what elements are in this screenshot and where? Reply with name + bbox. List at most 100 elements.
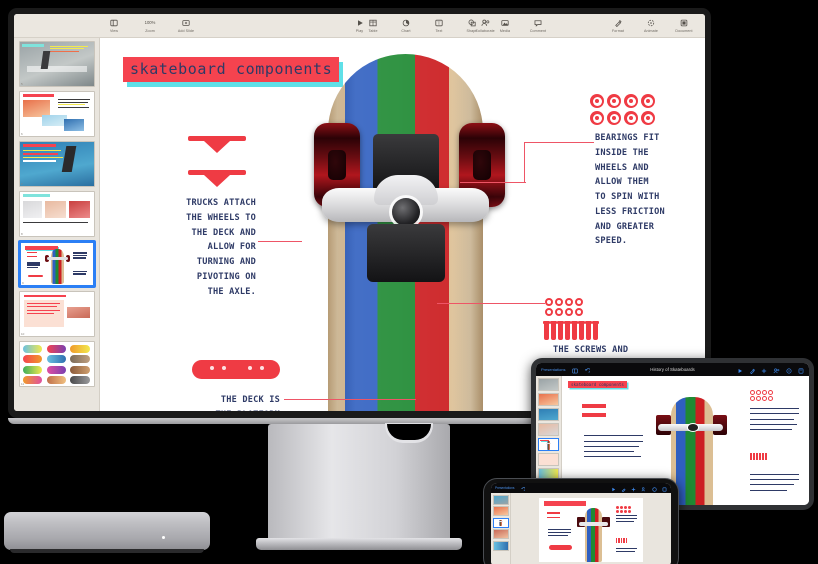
- iphone-deck-icon: [549, 545, 573, 550]
- mini-hanger: [545, 442, 552, 444]
- ipad-slide-thumbnail-selected[interactable]: [538, 438, 559, 451]
- slide-navigator[interactable]: 5 6 7 8 9 10 11: [14, 38, 100, 411]
- animate-label: Animate: [644, 28, 658, 33]
- leader-line-deck: [284, 399, 416, 400]
- truck-icon-bottom: [188, 170, 246, 187]
- ipad-callout-line: [749, 413, 800, 415]
- bearing-icon: [590, 94, 604, 108]
- slide-thumbnail-skate-timeline[interactable]: 7: [19, 141, 95, 187]
- nut-icon: [575, 308, 583, 316]
- bearing-icon: [641, 111, 655, 125]
- ipad-slide-thumbnail[interactable]: [538, 378, 559, 391]
- mini-deck: [546, 440, 551, 450]
- text-button[interactable]: T Text: [427, 18, 451, 33]
- add-slide-button[interactable]: Add Slide: [174, 18, 198, 33]
- collaborate-button[interactable]: Collaborate: [470, 18, 500, 33]
- callout-deck[interactable]: THE DECK IS THE PLATFORM: [155, 393, 280, 411]
- ipad-slide-thumbnail[interactable]: [538, 453, 559, 466]
- slide-canvas[interactable]: skateboard components TRUCKS ATTACH THE …: [100, 38, 705, 411]
- slide-thumbnail-skate-parks[interactable]: 5: [19, 41, 95, 87]
- callout-bearings[interactable]: BEARINGS FIT INSIDE THE WHEELS AND ALLOW…: [595, 131, 705, 249]
- mini-text: [72, 257, 86, 259]
- toolbar-left-group: View 100% Zoom Add Slide: [102, 18, 198, 33]
- iphone-back-button[interactable]: Presentations: [495, 486, 515, 490]
- table-button[interactable]: Table: [361, 18, 385, 33]
- ipad-callout-line: [584, 445, 639, 447]
- chart-button[interactable]: Chart: [394, 18, 418, 33]
- screw-icon: [592, 321, 599, 340]
- ipad-callout-line: [584, 455, 642, 457]
- format-button[interactable]: Format: [606, 18, 630, 33]
- view-button[interactable]: View: [102, 18, 126, 33]
- mini-hanger: [46, 256, 68, 260]
- ipad-truck-icon-2: [581, 413, 607, 417]
- iphone-slide-navigator[interactable]: [491, 493, 511, 564]
- iphone-slide-canvas[interactable]: [511, 493, 671, 564]
- truck-baseplate-bottom: [366, 224, 445, 282]
- table-icon: [369, 18, 377, 27]
- slide-thumbnail-skateboard-components[interactable]: 9: [19, 241, 95, 287]
- iphone-slide-thumbnail[interactable]: [492, 506, 509, 516]
- mini-text: [72, 254, 88, 257]
- ipad-callout-line: [749, 418, 795, 420]
- iphone-slide-thumbnail[interactable]: [492, 494, 509, 505]
- svg-text:T: T: [438, 20, 441, 25]
- view-icon: [110, 18, 118, 27]
- ipad-slide-title: skateboard components: [568, 381, 627, 388]
- slide-number: 8: [21, 232, 23, 236]
- document-icon: [680, 18, 688, 27]
- nuts-graphic: [545, 298, 583, 316]
- leader-line-trucks: [258, 241, 302, 242]
- mini-text: [26, 264, 40, 266]
- zoom-label: Zoom: [145, 28, 155, 33]
- animate-icon: [647, 18, 655, 27]
- mini-text: [26, 266, 39, 268]
- animate-button[interactable]: Animate: [639, 18, 663, 33]
- iphone-screws-graphic: [615, 537, 628, 543]
- media-label: Media: [499, 28, 511, 33]
- leader-line-screws: [437, 303, 545, 304]
- iphone-callout-line: [615, 547, 637, 549]
- slide-thumbnail-skate-gear[interactable]: 8: [19, 191, 95, 237]
- bearings-graphic: [590, 94, 655, 125]
- ipad-slide-thumbnail[interactable]: [538, 393, 559, 406]
- power-led-icon: [162, 536, 165, 539]
- ipad-callout-line: [749, 479, 800, 481]
- iphone-callout-line: [615, 514, 637, 516]
- iphone-callout-line: [548, 535, 569, 537]
- display-stand-base: [256, 538, 462, 550]
- comment-button[interactable]: Comment: [526, 18, 550, 33]
- bearing-icon: [607, 111, 621, 125]
- mini-slide: [21, 243, 93, 285]
- iphone-callout-line: [615, 521, 634, 523]
- iphone-slide-thumbnail[interactable]: [492, 540, 509, 551]
- callout-trucks[interactable]: TRUCKS ATTACH THE WHEELS TO THE DECK AND…: [140, 196, 256, 299]
- ipad-slide-thumbnail[interactable]: [538, 423, 559, 436]
- format-icon: [614, 18, 622, 27]
- ipad-toolbar: Presentations History of Skateboards: [536, 363, 809, 376]
- ipad-callout-line: [749, 408, 800, 410]
- iphone-slide: [539, 498, 643, 562]
- document-button[interactable]: Document: [672, 18, 696, 33]
- ipad-document-title: History of Skateboards: [650, 367, 695, 372]
- ipad-back-button[interactable]: Presentations: [541, 367, 565, 372]
- mac-mini: [4, 512, 210, 553]
- slide-thumbnail-deck-gallery[interactable]: 11: [19, 341, 95, 387]
- add-slide-icon: [182, 18, 190, 27]
- slide-number: 6: [21, 132, 23, 136]
- ipad-slide-thumbnail[interactable]: [538, 408, 559, 421]
- screw-icon: [557, 321, 564, 340]
- slide-thumbnail-skate-article[interactable]: 10: [19, 291, 95, 337]
- mini-text: [72, 273, 86, 275]
- ipad-callout-line: [749, 484, 795, 486]
- zoom-control[interactable]: 100% Zoom: [135, 18, 165, 33]
- zoom-value: 100%: [144, 20, 156, 26]
- iphone-slide-thumbnail-selected[interactable]: [492, 517, 509, 528]
- slide-thumbnail-skate-photos[interactable]: 6: [19, 91, 95, 137]
- slide-number: 5: [21, 82, 23, 86]
- ipad-callout-line: [749, 489, 787, 491]
- table-label: Table: [368, 28, 378, 33]
- iphone-slide-thumbnail[interactable]: [492, 529, 509, 539]
- nut-icon: [555, 308, 563, 316]
- leader-line-bearings-top: [524, 142, 594, 143]
